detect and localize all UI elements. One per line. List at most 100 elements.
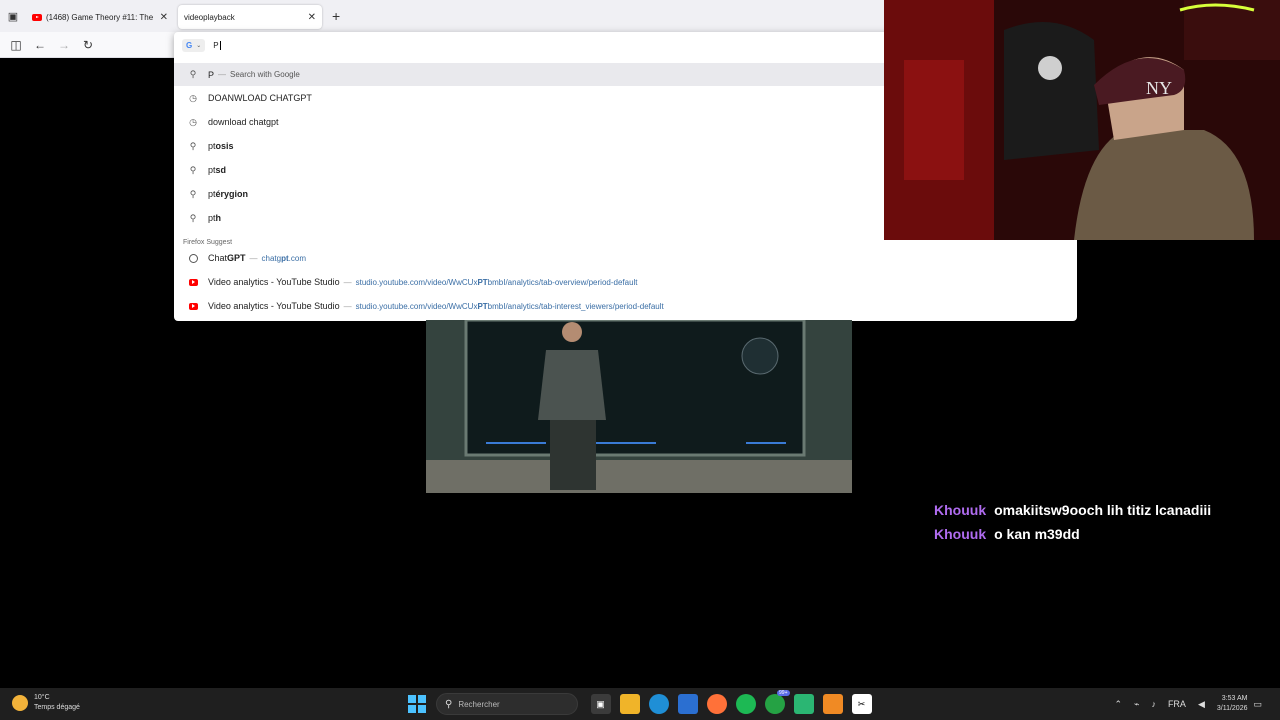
tab-list-icon: ▣ [7, 10, 19, 23]
sidebar-toggle-button[interactable]: ◫ [4, 34, 28, 56]
clock[interactable]: 3:53 AM 3/11/2026 [1217, 694, 1248, 714]
search-icon: ⚲ [189, 69, 197, 79]
history-clock-icon: ◷ [189, 116, 197, 127]
notification-icon[interactable]: ▭ [1253, 699, 1262, 710]
suggestion-text: download chatgpt [208, 117, 279, 127]
chat-text: omakiitsw9ooch lih titiz lcanadiii [994, 502, 1212, 518]
chevron-down-icon: ⌄ [196, 42, 202, 49]
forward-arrow-icon: → [58, 37, 70, 52]
search-icon: ⚲ [189, 140, 197, 151]
suggestion-prefix: pt [208, 189, 216, 199]
capcut-icon[interactable]: ✂ [851, 694, 872, 714]
taskbar: 10°C Temps dégagé ⚲ Rechercher ▣ 99+ ✂ ⌃… [0, 688, 1280, 720]
globe-icon [187, 252, 199, 264]
suggestion-completion: érygion [215, 189, 249, 199]
microphone-icon[interactable]: ♪ [1151, 699, 1156, 709]
separator: — [343, 301, 352, 311]
close-icon[interactable]: ✕ [160, 12, 168, 23]
webcam-overlay: NY [884, 0, 1280, 240]
tab-videoplayback[interactable]: videoplayback ✕ [178, 5, 322, 29]
reload-icon: ↻ [82, 37, 94, 52]
chat-message: Khouuk omakiitsw9ooch lih titiz lcanadii… [934, 498, 1264, 522]
suggestion-url: studio.youtube.com/video/WwCUxPTbmbI/ana… [355, 301, 664, 311]
cap-logo: NY [1146, 78, 1172, 98]
search-icon: ⚲ [189, 164, 197, 175]
file-explorer-icon[interactable] [619, 694, 640, 714]
taskbar-search[interactable]: ⚲ Rechercher [436, 693, 578, 715]
chat-text: o kan m39dd [994, 526, 1080, 542]
suggestion-completion: osis [215, 141, 234, 151]
suggestion-term: P [208, 69, 215, 80]
suggestion-prefix: pt [208, 213, 216, 223]
address-input[interactable]: P [213, 41, 218, 50]
suggestion-site-chatgpt[interactable]: Chat GPT — chatgpt.com [174, 246, 1077, 270]
weather-temp: 10°C [34, 694, 50, 701]
task-view-icon[interactable]: ▣ [590, 694, 611, 714]
back-button[interactable]: ← [28, 34, 52, 56]
forward-button[interactable]: → [52, 34, 76, 56]
suggestion-hint: Search with Google [230, 70, 300, 79]
history-clock-icon: ◷ [189, 92, 197, 103]
youtube-icon [187, 276, 199, 288]
moon-icon [12, 695, 28, 711]
separator: — [249, 253, 258, 263]
suggestion-completion: h [215, 213, 222, 223]
suggestion-prefix: pt [208, 165, 216, 175]
suggestion-completion: sd [215, 165, 227, 175]
weather-desc: Temps dégagé [34, 704, 80, 711]
search-icon: ⚲ [189, 188, 197, 199]
weather-widget[interactable]: 10°C Temps dégagé [12, 693, 80, 713]
suggestion-url: chatgpt.com [261, 253, 307, 263]
clock-date: 3/11/2026 [1216, 705, 1248, 712]
youtube-icon [32, 13, 42, 21]
app-icon[interactable] [793, 694, 814, 714]
volume-icon[interactable]: ◀ [1198, 699, 1205, 710]
text-caret [219, 40, 221, 50]
clock-time: 3:53 AM [1221, 695, 1248, 702]
separator: — [218, 70, 227, 79]
suggestion-text: DOANWLOAD CHATGPT [208, 93, 312, 103]
tab-game-theory[interactable]: (1468) Game Theory #11: The L ✕ [26, 5, 174, 29]
suggestion-prefix: Chat [208, 253, 228, 263]
stream-chat: Khouuk omakiitsw9ooch lih titiz lcanadii… [934, 498, 1264, 546]
tab-title: videoplayback [184, 12, 235, 22]
language-indicator[interactable]: FRA [1168, 699, 1186, 709]
spotify-icon[interactable] [735, 694, 756, 714]
google-icon: G [186, 40, 193, 50]
suggestion-bold: GPT [227, 253, 246, 263]
separator: — [343, 277, 352, 287]
tab-strip: ▣ (1468) Game Theory #11: The L ✕ videop… [0, 0, 884, 32]
tab-title: (1468) Game Theory #11: The L [46, 12, 156, 22]
network-icon[interactable]: ⌁ [1134, 699, 1139, 710]
back-arrow-icon: ← [34, 37, 46, 52]
chat-username: Khouuk [934, 526, 987, 542]
suggestion-site-youtube-studio[interactable]: Video analytics - YouTube Studio — studi… [174, 270, 1077, 294]
whatsapp-icon[interactable]: 99+ [764, 690, 790, 714]
suggestion-prefix: pt [208, 141, 216, 151]
suggestion-site-youtube-studio[interactable]: Video analytics - YouTube Studio — studi… [174, 294, 1077, 318]
video-frame [426, 320, 852, 493]
edge-icon[interactable] [648, 694, 669, 714]
suggestion-title: Video analytics - YouTube Studio [208, 301, 340, 311]
firefox-icon[interactable] [706, 694, 727, 714]
youtube-icon [187, 300, 199, 312]
tab-list-button[interactable]: ▣ [0, 0, 26, 32]
search-placeholder: Rechercher [458, 699, 500, 709]
new-tab-button[interactable]: + [332, 8, 340, 24]
search-icon: ⚲ [445, 698, 453, 710]
chevron-up-icon[interactable]: ⌃ [1114, 699, 1122, 710]
sidebar-icon: ◫ [10, 37, 22, 52]
windows-start-button[interactable] [408, 695, 426, 713]
vlc-icon[interactable] [822, 694, 843, 714]
search-icon: ⚲ [189, 212, 197, 223]
chat-message: Khouuk o kan m39dd [934, 522, 1264, 546]
chat-username: Khouuk [934, 502, 987, 518]
close-icon[interactable]: ✕ [308, 12, 316, 23]
suggestion-url: studio.youtube.com/video/WwCUxPTbmbI/ana… [355, 277, 638, 287]
notification-badge: 99+ [777, 690, 790, 696]
taskbar-apps: ⚲ Rechercher ▣ 99+ ✂ [408, 688, 876, 720]
suggestion-title: Video analytics - YouTube Studio [208, 277, 340, 287]
reload-button[interactable]: ↻ [76, 34, 100, 56]
store-icon[interactable] [677, 694, 698, 714]
search-engine-button[interactable]: G ⌄ [182, 38, 206, 52]
